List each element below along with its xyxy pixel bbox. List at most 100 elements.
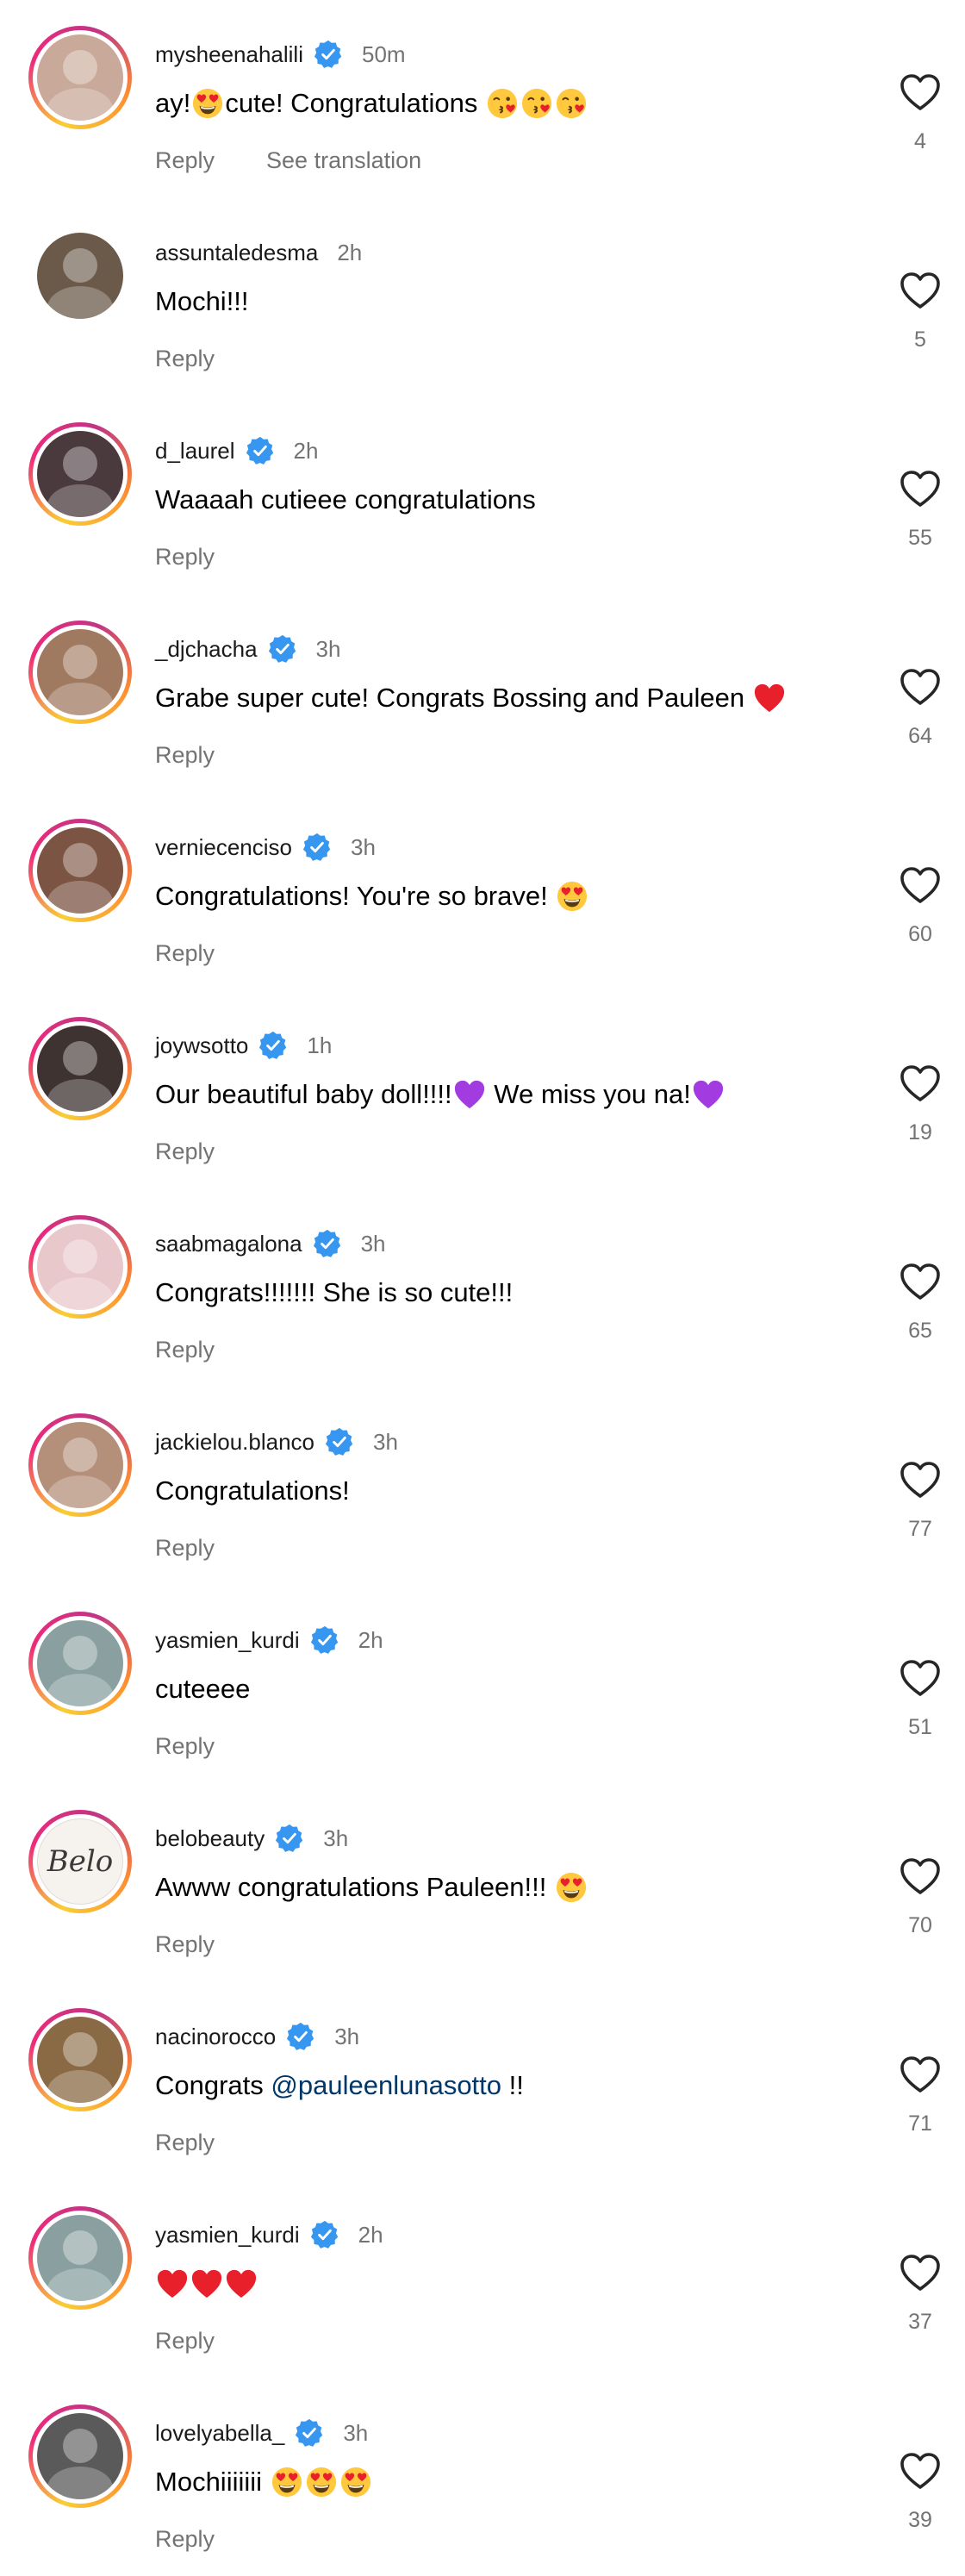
comment-time: 50m	[361, 41, 406, 67]
comment-text: Our beautiful baby doll!!!! We miss you …	[155, 1076, 725, 1113]
mention-link[interactable]: @pauleenlunasotto	[271, 2070, 501, 2101]
avatar-body-shape	[47, 286, 113, 319]
username[interactable]: jackielou.blanco	[155, 1429, 314, 1456]
username[interactable]: assuntaledesma	[155, 240, 318, 266]
username[interactable]: mysheenahalili	[155, 41, 303, 68]
comment-text-segment: Awww congratulations Pauleen!!!	[155, 1872, 554, 1902]
avatar-body-shape	[47, 1674, 113, 1706]
reply-button[interactable]: Reply	[155, 742, 215, 769]
username[interactable]: yasmien_kurdi	[155, 1627, 300, 1654]
avatar[interactable]	[28, 422, 132, 526]
avatar[interactable]	[28, 224, 132, 327]
comment-actions: Reply	[155, 1138, 215, 1165]
username[interactable]: joywsotto	[155, 1032, 248, 1059]
comment-text: cuteeee	[155, 1670, 250, 1708]
comment-meta: lovelyabella_ 3h	[155, 2418, 368, 2448]
comment-text: Waaaah cutieee congratulations	[155, 481, 536, 519]
comment-actions: Reply	[155, 345, 215, 372]
comment-meta: jackielou.blanco 3h	[155, 1427, 398, 1456]
username[interactable]: lovelyabella_	[155, 2420, 284, 2447]
comment-meta: verniecenciso 3h	[155, 833, 376, 862]
red-heart-emoji-icon	[190, 2267, 224, 2301]
reply-button[interactable]: Reply	[155, 346, 215, 372]
reply-button[interactable]: Reply	[155, 147, 215, 174]
like-count: 60	[908, 922, 932, 946]
comment-text: Mochi!!!	[155, 283, 249, 321]
comment-text: Grabe super cute! Congrats Bossing and P…	[155, 679, 787, 717]
like-heart-icon[interactable]	[900, 1262, 941, 1301]
avatar[interactable]	[28, 2404, 132, 2508]
avatar[interactable]	[28, 819, 132, 922]
like-count: 37	[908, 2310, 932, 2334]
avatar[interactable]	[28, 1017, 132, 1120]
like-heart-icon[interactable]	[900, 667, 941, 707]
username[interactable]: nacinorocco	[155, 2024, 276, 2050]
avatar-head-shape	[63, 2429, 97, 2463]
like-heart-icon[interactable]	[900, 865, 941, 905]
like-heart-icon[interactable]	[900, 1460, 941, 1500]
heart-eyes-emoji-icon	[554, 1871, 588, 1905]
comment-item: jackielou.blanco 3h Congratulations! Rep…	[0, 1388, 965, 1586]
like-count: 4	[914, 129, 926, 153]
avatar[interactable]	[28, 1215, 132, 1319]
avatar[interactable]	[28, 1413, 132, 1517]
comment-actions: Reply	[155, 2129, 215, 2156]
comment-time: 3h	[350, 833, 376, 860]
avatar[interactable]	[28, 26, 132, 129]
avatar[interactable]	[28, 2206, 132, 2310]
reply-button[interactable]: Reply	[155, 2526, 215, 2553]
verified-badge-icon	[268, 634, 297, 664]
username[interactable]: verniecenciso	[155, 834, 292, 861]
reply-button[interactable]: Reply	[155, 1337, 215, 1363]
like-heart-icon[interactable]	[900, 2253, 941, 2292]
comment-text-segment: Congratulations! You're so brave!	[155, 881, 556, 911]
comment-actions: Reply	[155, 543, 215, 571]
comment-time: 3h	[343, 2419, 369, 2446]
username[interactable]: d_laurel	[155, 438, 235, 465]
username[interactable]: yasmien_kurdi	[155, 2222, 300, 2249]
comment-meta: _djchacha 3h	[155, 634, 340, 664]
comment-actions: Reply	[155, 1930, 215, 1958]
avatar-image: Belo	[37, 1818, 123, 1905]
avatar-head-shape	[63, 2032, 97, 2067]
like-heart-icon[interactable]	[900, 271, 941, 310]
username[interactable]: saabmagalona	[155, 1231, 302, 1257]
avatar[interactable]	[28, 621, 132, 724]
like-heart-icon[interactable]	[900, 72, 941, 112]
like-count: 70	[908, 1913, 932, 1937]
avatar-body-shape	[47, 484, 113, 517]
like-heart-icon[interactable]	[900, 2055, 941, 2094]
avatar-body-shape	[47, 881, 113, 914]
comment-text: Congrats @pauleenlunasotto !!	[155, 2067, 524, 2105]
reply-button[interactable]: Reply	[155, 940, 215, 967]
like-heart-icon[interactable]	[900, 1658, 941, 1698]
reply-button[interactable]: Reply	[155, 544, 215, 571]
avatar[interactable]	[28, 1612, 132, 1715]
like-heart-icon[interactable]	[900, 1063, 941, 1103]
username[interactable]: belobeauty	[155, 1825, 265, 1852]
reply-button[interactable]: Reply	[155, 1733, 215, 1760]
comment-text: Awww congratulations Pauleen!!!	[155, 1868, 588, 1906]
like-count: 19	[908, 1120, 932, 1145]
heart-eyes-emoji-icon	[270, 2466, 304, 2499]
avatar-image	[37, 1422, 123, 1508]
like-heart-icon[interactable]	[900, 2451, 941, 2491]
reply-button[interactable]: Reply	[155, 2328, 215, 2355]
reply-button[interactable]: Reply	[155, 1535, 215, 1562]
avatar[interactable]	[28, 2008, 132, 2111]
heart-eyes-emoji-icon	[555, 880, 589, 914]
reply-button[interactable]: Reply	[155, 1931, 215, 1958]
avatar-body-shape	[47, 2070, 113, 2103]
username[interactable]: _djchacha	[155, 636, 258, 663]
like-heart-icon[interactable]	[900, 469, 941, 508]
comment-meta: assuntaledesma 2h	[155, 238, 362, 267]
avatar-head-shape	[63, 843, 97, 877]
avatar-image	[37, 1026, 123, 1112]
like-heart-icon[interactable]	[900, 1856, 941, 1896]
comment-meta: d_laurel 2h	[155, 436, 318, 465]
reply-button[interactable]: Reply	[155, 2130, 215, 2156]
avatar-head-shape	[63, 2230, 97, 2265]
reply-button[interactable]: Reply	[155, 1138, 215, 1165]
avatar[interactable]: Belo	[28, 1810, 132, 1913]
see-translation-button[interactable]: See translation	[266, 147, 421, 174]
